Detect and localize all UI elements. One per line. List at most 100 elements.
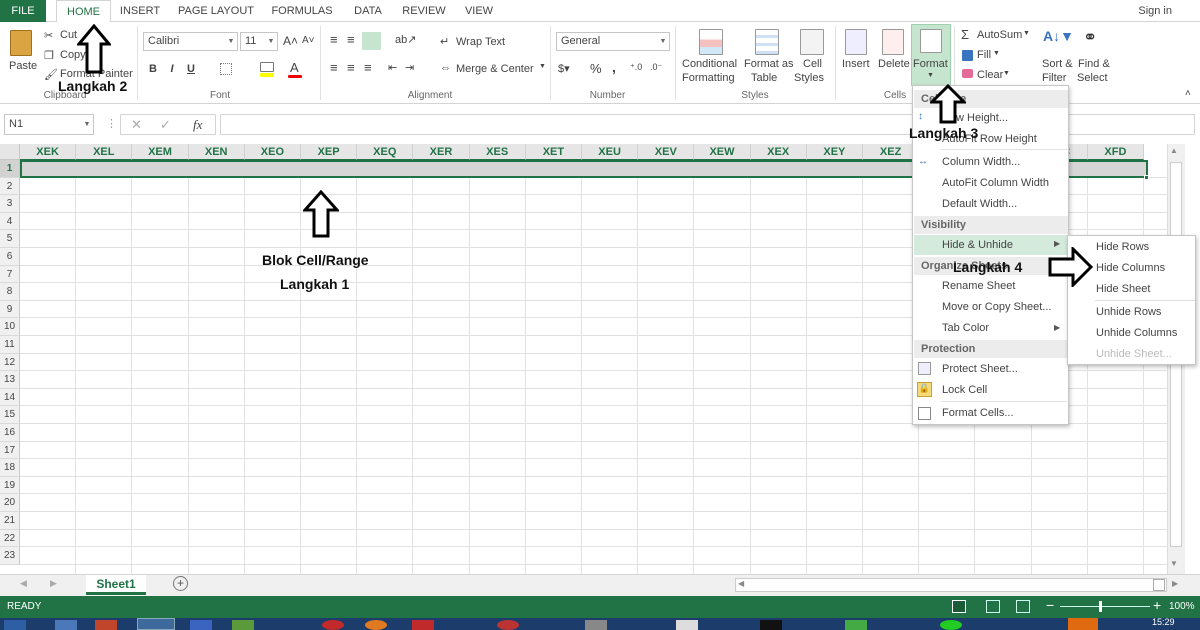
comma-button[interactable]: , [612, 59, 616, 75]
column-header[interactable]: XEX [750, 144, 807, 160]
row-header[interactable]: 14 [0, 388, 20, 407]
underline-button[interactable]: U [183, 61, 199, 77]
fill-button[interactable]: Fill [977, 49, 991, 61]
taskbar-app-icon[interactable] [190, 620, 212, 630]
align-top-icon[interactable]: ≡ [330, 32, 338, 47]
chevron-down-icon[interactable]: ▼ [1023, 30, 1030, 37]
decrease-decimal-icon[interactable]: .0⁻ [650, 62, 662, 73]
page-break-view-icon[interactable] [1016, 600, 1030, 613]
taskbar-app-icon[interactable] [676, 620, 698, 630]
scroll-down-icon[interactable]: ▼ [1170, 559, 1178, 568]
row-header[interactable]: 6 [0, 248, 20, 266]
row-header[interactable]: 12 [0, 353, 20, 372]
tab-home[interactable]: HOME [56, 0, 111, 23]
horizontal-scrollbar[interactable] [735, 578, 1167, 592]
row-header[interactable]: 17 [0, 441, 20, 460]
number-format-combo[interactable]: General ▼ [556, 32, 670, 51]
row-header[interactable]: 2 [0, 177, 20, 196]
column-header[interactable]: XET [525, 144, 582, 160]
collapse-ribbon-icon[interactable]: ˄ [1185, 88, 1191, 99]
paste-button[interactable]: Paste [9, 60, 37, 72]
italic-button[interactable]: I [164, 61, 180, 77]
taskbar-app-icon[interactable] [322, 620, 344, 630]
menu-format-cells[interactable]: Format Cells... [914, 403, 1068, 423]
conditional-formatting-label2[interactable]: Formatting [682, 72, 735, 84]
column-header[interactable]: XEV [638, 144, 695, 160]
row-header[interactable]: 20 [0, 494, 20, 512]
select-all-corner[interactable] [0, 144, 20, 160]
tab-file[interactable]: FILE [0, 0, 46, 22]
sign-in-link[interactable]: Sign in [1138, 0, 1172, 22]
shrink-font-icon[interactable]: A˅ [302, 35, 315, 46]
menu-rename-sheet[interactable]: Rename Sheet [914, 276, 1068, 296]
row-header[interactable]: 10 [0, 318, 20, 336]
align-center-icon[interactable]: ≡ [347, 60, 355, 75]
page-layout-view-icon[interactable] [986, 600, 1000, 613]
find-select-label2[interactable]: Select [1077, 72, 1108, 84]
menu-default-width[interactable]: Default Width... [914, 194, 1068, 214]
wrap-text-button[interactable]: Wrap Text [456, 36, 505, 48]
menu-tab-color[interactable]: Tab Color [914, 318, 1068, 338]
tab-data[interactable]: DATA [346, 0, 390, 22]
taskbar-app-icon[interactable] [365, 620, 387, 630]
orientation-icon[interactable]: ab↗ [395, 33, 416, 46]
taskbar-app-icon[interactable] [845, 620, 867, 630]
format-button[interactable]: Format [913, 58, 948, 70]
scroll-thumb[interactable] [1153, 579, 1165, 591]
increase-indent-icon[interactable]: ⇥ [405, 61, 414, 74]
taskbar-app-icon[interactable] [95, 620, 117, 630]
sheet-tab-sheet1[interactable]: Sheet1 [86, 575, 146, 595]
cancel-icon[interactable]: ✕ [131, 117, 142, 133]
taskbar-app-icon[interactable] [760, 620, 782, 630]
normal-view-icon[interactable] [952, 600, 966, 613]
taskbar-app-icon[interactable] [585, 620, 607, 630]
row-header[interactable]: 5 [0, 230, 20, 248]
currency-icon[interactable]: $▾ [558, 62, 570, 75]
chevron-down-icon[interactable]: ▼ [539, 63, 546, 70]
chevron-down-icon[interactable]: ▼ [225, 33, 237, 50]
prev-sheet-icon[interactable]: ◀ [20, 578, 27, 589]
tab-page-layout[interactable]: PAGE LAYOUT [174, 0, 258, 22]
zoom-slider[interactable] [1060, 606, 1150, 607]
taskbar-app-icon[interactable] [1068, 618, 1098, 630]
start-button[interactable] [4, 620, 26, 630]
cell-styles-label2[interactable]: Styles [794, 72, 824, 84]
find-select-label1[interactable]: Find & [1078, 58, 1110, 70]
tab-formulas[interactable]: FORMULAS [268, 0, 336, 22]
bold-button[interactable]: B [145, 61, 161, 77]
column-header[interactable]: XEY [806, 144, 863, 160]
column-header[interactable]: XFD [1087, 144, 1144, 160]
align-bottom-icon[interactable] [362, 32, 381, 50]
clear-button[interactable]: Clear [977, 69, 1003, 81]
decrease-indent-icon[interactable]: ⇤ [388, 61, 397, 74]
row-header[interactable]: 7 [0, 265, 20, 284]
row-header[interactable]: 3 [0, 195, 20, 213]
taskbar-app-icon[interactable] [232, 620, 254, 630]
taskbar-app-icon[interactable] [940, 620, 962, 630]
border-icon[interactable] [220, 63, 232, 75]
sort-filter-label2[interactable]: Filter [1042, 72, 1066, 84]
insert-function-button[interactable]: fx [193, 117, 202, 133]
align-right-icon[interactable]: ≡ [364, 60, 372, 75]
autosum-button[interactable]: AutoSum [977, 29, 1022, 41]
row-header[interactable]: 22 [0, 529, 20, 548]
scroll-up-icon[interactable]: ▲ [1170, 146, 1178, 155]
chevron-down-icon[interactable]: ▼ [993, 50, 1000, 57]
scroll-left-icon[interactable]: ◀ [738, 579, 744, 588]
fill-color-icon[interactable] [260, 62, 274, 72]
tab-insert[interactable]: INSERT [116, 0, 164, 22]
menu-column-width[interactable]: Column Width... [914, 152, 1068, 172]
percent-button[interactable]: % [590, 61, 602, 76]
zoom-slider-thumb[interactable] [1099, 601, 1102, 612]
insert-cells-button[interactable]: Insert [842, 58, 870, 70]
column-header[interactable]: XEO [244, 144, 301, 160]
column-header[interactable]: XEZ [863, 144, 920, 160]
chevron-down-icon[interactable]: ▼ [81, 115, 93, 132]
row-header[interactable]: 8 [0, 283, 20, 301]
chevron-down-icon[interactable]: ▼ [1003, 70, 1010, 77]
column-header[interactable]: XEP [301, 144, 358, 160]
column-header[interactable]: XEN [188, 144, 245, 160]
row-header[interactable]: 16 [0, 424, 20, 442]
column-header[interactable]: XES [469, 144, 526, 160]
row-header[interactable]: 11 [0, 336, 20, 354]
